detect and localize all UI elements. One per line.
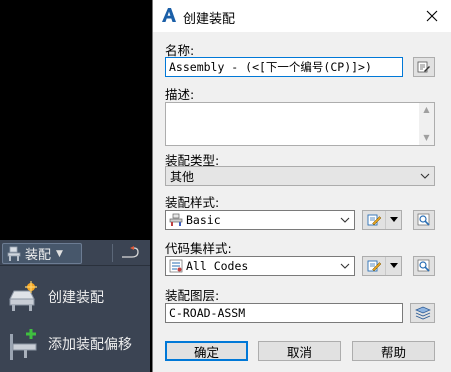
name-input[interactable]: Assembly - (<[下一个编号(CP)]>) [165, 57, 403, 77]
assembly-dropdown-label: 装配 [25, 248, 52, 263]
edit-style-icon [367, 214, 381, 226]
ribbon-panel: 装配 ▼ 创建装配 添加装配偏移 [0, 240, 150, 372]
assembly-style-label: 装配样式: [165, 195, 220, 210]
code-set-style-preview-button[interactable] [413, 256, 435, 276]
hook-icon[interactable] [120, 245, 142, 261]
description-input[interactable]: ▲ ▼ [165, 102, 435, 146]
assembly-type-select[interactable]: 其他 [165, 166, 435, 186]
chevron-down-icon [420, 173, 430, 179]
assembly-dropdown-button[interactable]: 装配 ▼ [2, 243, 82, 264]
edit-name-format-icon [417, 61, 430, 73]
code-set-style-edit-split-button[interactable] [362, 256, 402, 276]
create-assembly-label: 创建装配 [48, 290, 104, 306]
add-assembly-offset-label: 添加装配偏移 [48, 337, 132, 353]
ok-button[interactable]: 确定 [165, 341, 248, 361]
code-set-style-icon [169, 259, 183, 273]
chevron-down-icon [389, 263, 398, 268]
create-assembly-button[interactable]: 创建装配 [4, 275, 150, 319]
add-assembly-offset-icon [10, 329, 37, 360]
close-button[interactable] [412, 0, 451, 32]
assembly-style-edit-dropdown[interactable] [386, 211, 401, 229]
code-set-style-value: All Codes [186, 259, 249, 273]
chevron-down-icon [340, 217, 350, 223]
code-set-style-combo[interactable]: All Codes [165, 256, 355, 276]
assembly-layer-label: 装配图层: [165, 288, 220, 303]
assembly-style-preview-button[interactable] [413, 210, 435, 230]
edit-style-icon [367, 260, 381, 272]
assembly-icon [7, 246, 21, 261]
assembly-style-edit-button[interactable] [363, 211, 386, 229]
preview-magnifier-icon [417, 259, 430, 272]
code-set-style-edit-dropdown[interactable] [386, 257, 401, 275]
code-set-style-edit-button[interactable] [363, 257, 386, 275]
description-label: 描述: [165, 87, 195, 102]
scroll-up-icon[interactable]: ▲ [423, 103, 429, 117]
create-assembly-dialog: 创建装配 名称: Assembly - (<[下一个编号(CP)]>) 描述: … [152, 0, 451, 372]
chevron-down-icon [340, 263, 350, 269]
create-assembly-icon [9, 281, 37, 311]
assembly-style-value: Basic [186, 213, 221, 227]
preview-magnifier-icon [417, 213, 430, 226]
description-scrollbar[interactable]: ▲ ▼ [419, 103, 434, 145]
assembly-style-icon [169, 213, 183, 226]
add-assembly-offset-button[interactable]: 添加装配偏移 [4, 322, 150, 366]
code-set-style-label: 代码集样式: [165, 241, 232, 256]
cancel-button[interactable]: 取消 [258, 341, 341, 361]
scroll-down-icon[interactable]: ▼ [423, 131, 429, 145]
assembly-layer-input[interactable]: C-ROAD-ASSM [165, 303, 403, 323]
assembly-style-combo[interactable]: Basic [165, 210, 355, 230]
ribbon-separator [112, 244, 113, 262]
name-format-button[interactable] [413, 57, 435, 77]
ribbon-panel-header: 装配 ▼ [0, 240, 150, 266]
dialog-title: 创建装配 [183, 12, 236, 27]
chevron-down-icon [389, 217, 398, 222]
chevron-down-icon: ▼ [56, 248, 63, 259]
close-icon [426, 10, 438, 22]
assembly-type-value: 其他 [170, 169, 195, 184]
autocad-logo-icon [162, 8, 176, 22]
layer-select-button[interactable] [410, 303, 435, 323]
assembly-style-edit-split-button[interactable] [362, 210, 402, 230]
dialog-titlebar: 创建装配 [153, 0, 451, 32]
help-button[interactable]: 帮助 [352, 341, 435, 361]
layers-icon [414, 306, 431, 320]
